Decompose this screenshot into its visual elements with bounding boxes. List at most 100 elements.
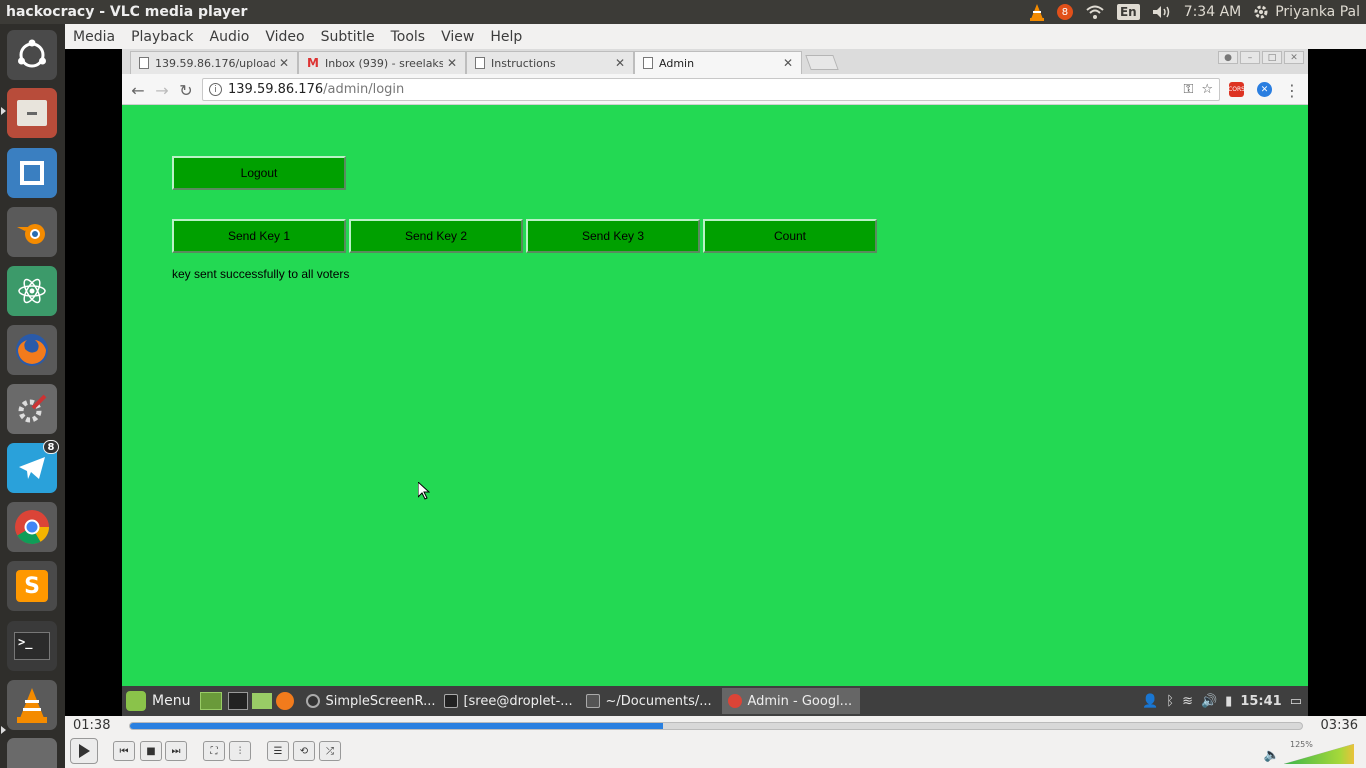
firefox-launcher-icon[interactable] xyxy=(276,692,295,710)
elapsed-time[interactable]: 01:38 xyxy=(73,718,110,733)
play-button[interactable] xyxy=(70,738,98,764)
menu-audio[interactable]: Audio xyxy=(202,24,258,49)
count-button[interactable]: Count xyxy=(703,219,877,253)
send-key-2-button[interactable]: Send Key 2 xyxy=(349,219,523,253)
menu-playback[interactable]: Playback xyxy=(123,24,201,49)
atom-icon[interactable] xyxy=(7,266,57,316)
telegram-icon[interactable]: 8 xyxy=(7,440,59,493)
star-icon[interactable]: ☆ xyxy=(1201,82,1213,97)
maximize-icon[interactable]: □ xyxy=(1262,51,1282,64)
mint-clock[interactable]: 15:41 xyxy=(1240,694,1281,709)
system-settings-icon[interactable] xyxy=(7,384,57,434)
extended-settings-button[interactable]: ⫶ xyxy=(229,741,251,761)
stop-button[interactable]: ■ xyxy=(140,741,162,761)
app-icon[interactable] xyxy=(7,148,57,198)
menu-help[interactable]: Help xyxy=(482,24,530,49)
menu-media[interactable]: Media xyxy=(65,24,123,49)
volume-icon[interactable] xyxy=(1146,0,1178,24)
forward-arrow-icon[interactable]: → xyxy=(152,80,172,100)
sublime-icon xyxy=(586,694,601,708)
tab-inbox[interactable]: M Inbox (939) - sreelaksh ✕ xyxy=(298,51,466,74)
menu-tools[interactable]: Tools xyxy=(383,24,434,49)
close-icon[interactable]: ✕ xyxy=(615,56,625,70)
close-icon[interactable]: ✕ xyxy=(279,56,289,70)
clock[interactable]: 7:34 AM xyxy=(1178,0,1248,24)
loop-button[interactable]: ⟲ xyxy=(293,741,315,761)
fullscreen-button[interactable]: ⛶ xyxy=(203,741,225,761)
vlc-tray-icon[interactable] xyxy=(1023,0,1051,24)
new-tab-button[interactable] xyxy=(805,55,839,70)
mint-menu-button[interactable]: Menu xyxy=(122,688,196,714)
firefox-icon[interactable] xyxy=(7,325,57,375)
blender-icon[interactable] xyxy=(7,207,57,257)
volume-icon[interactable]: 🔊 xyxy=(1201,694,1217,709)
volume-icon[interactable]: 🔈 xyxy=(1264,748,1280,763)
url-host: 139.59.86.176 xyxy=(228,82,324,97)
reload-icon[interactable]: ↻ xyxy=(176,80,196,100)
session-gear-icon[interactable] xyxy=(1247,0,1275,24)
tab-instructions[interactable]: Instructions ✕ xyxy=(466,51,634,74)
shuffle-button[interactable]: ⤮ xyxy=(319,741,341,761)
send-key-3-button[interactable]: Send Key 3 xyxy=(526,219,700,253)
workspace-icon[interactable]: ▭ xyxy=(1290,694,1302,709)
wifi-icon[interactable]: ≋ xyxy=(1182,694,1193,709)
logout-button[interactable]: Logout xyxy=(172,156,346,190)
close-icon[interactable]: ✕ xyxy=(783,56,793,70)
extension-icon[interactable]: ✕ xyxy=(1257,82,1272,97)
total-time[interactable]: 03:36 xyxy=(1321,718,1358,733)
top-panel: hackocracy - VLC media player 8 En 7:34 … xyxy=(0,0,1366,24)
drive-icon[interactable] xyxy=(7,738,57,768)
notification-icon[interactable]: 8 xyxy=(1051,0,1079,24)
address-bar[interactable]: i 139.59.86.176 /admin/login ⚿ ☆ xyxy=(202,78,1220,101)
task-terminal[interactable]: [sree@droplet-... xyxy=(438,688,580,714)
volume-slider[interactable]: 125% xyxy=(1283,740,1355,765)
telegram-badge: 8 xyxy=(43,440,59,454)
menu-dots-icon[interactable]: ⋮ xyxy=(1282,80,1302,100)
wifi-icon[interactable] xyxy=(1079,0,1111,24)
bluetooth-icon[interactable]: ᛒ xyxy=(1166,694,1174,709)
key-icon[interactable]: ⚿ xyxy=(1183,82,1193,97)
url-path: /admin/login xyxy=(323,82,405,97)
menu-view[interactable]: View xyxy=(433,24,482,49)
task-admin-chrome[interactable]: Admin - Googl... xyxy=(722,688,861,714)
show-desktop-icon[interactable] xyxy=(200,692,223,710)
battery-icon[interactable]: ▮ xyxy=(1225,694,1232,709)
keyboard-layout-indicator[interactable]: En xyxy=(1111,0,1146,24)
files-launcher-icon[interactable] xyxy=(252,693,273,709)
vlc-menubar: Media Playback Audio Video Subtitle Tool… xyxy=(65,24,1366,49)
vlc-icon[interactable] xyxy=(7,680,57,730)
previous-button[interactable]: ⏮ xyxy=(113,741,135,761)
user-name[interactable]: Priyanka Pal xyxy=(1275,0,1366,24)
user-icon[interactable]: 👤 xyxy=(1142,694,1158,709)
file-manager-icon[interactable] xyxy=(7,88,57,138)
minimize-icon[interactable]: – xyxy=(1240,51,1260,64)
terminal-icon[interactable]: >_ xyxy=(7,621,57,671)
menu-subtitle[interactable]: Subtitle xyxy=(313,24,383,49)
send-key-1-button[interactable]: Send Key 1 xyxy=(172,219,346,253)
gmail-icon: M xyxy=(307,56,319,70)
page-icon xyxy=(475,57,485,69)
tab-strip: 139.59.86.176/uploadd ✕ M Inbox (939) - … xyxy=(122,49,1308,74)
next-button[interactable]: ⏭ xyxy=(165,741,187,761)
profile-icon[interactable]: ● xyxy=(1218,51,1238,64)
tab-upload[interactable]: 139.59.86.176/uploadd ✕ xyxy=(130,51,298,74)
back-arrow-icon[interactable]: ← xyxy=(128,80,148,100)
mint-logo-icon xyxy=(126,691,146,711)
cors-extension-icon[interactable]: CORS xyxy=(1228,82,1245,97)
task-documents[interactable]: ~/Documents/... xyxy=(580,688,722,714)
window-controls: ● – □ ✕ xyxy=(1218,51,1304,64)
sublime-text-icon[interactable]: S xyxy=(7,561,57,611)
menu-video[interactable]: Video xyxy=(257,24,312,49)
seek-bar[interactable] xyxy=(129,722,1303,730)
close-icon[interactable]: ✕ xyxy=(447,56,457,70)
close-window-icon[interactable]: ✕ xyxy=(1284,51,1304,64)
dash-home-icon[interactable] xyxy=(7,30,57,80)
terminal-launcher-icon[interactable] xyxy=(228,692,249,710)
terminal-icon xyxy=(444,694,459,708)
info-icon[interactable]: i xyxy=(209,83,222,96)
seek-progress xyxy=(130,723,664,729)
task-simplescreenrecorder[interactable]: SimpleScreenR... xyxy=(300,688,438,714)
tab-admin[interactable]: Admin ✕ xyxy=(634,51,802,74)
playlist-button[interactable]: ☰ xyxy=(267,741,289,761)
chrome-icon[interactable] xyxy=(7,502,57,552)
